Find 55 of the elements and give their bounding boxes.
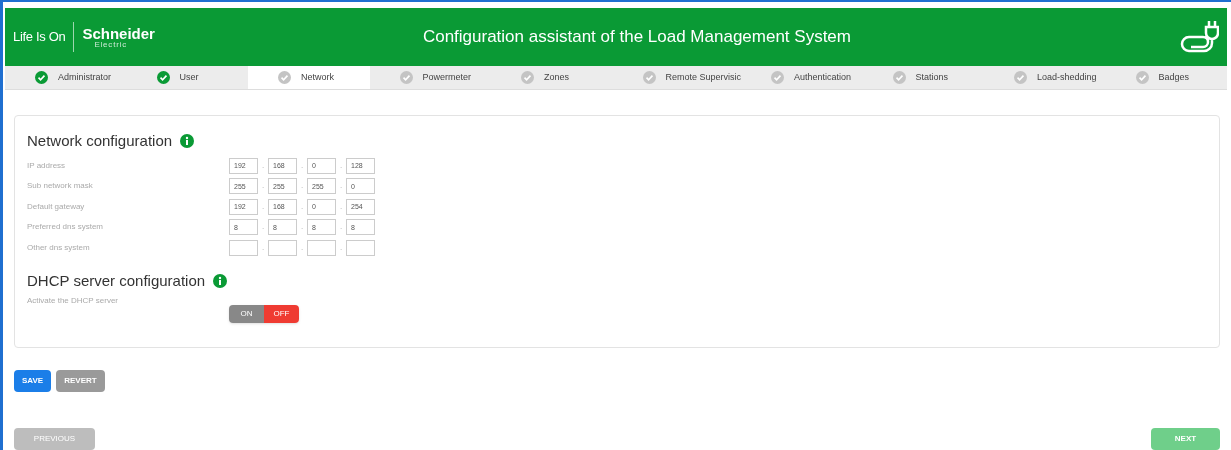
octet-separator: .	[260, 200, 266, 213]
save-button[interactable]: SAVE	[14, 370, 52, 392]
info-icon[interactable]	[180, 134, 195, 149]
octet-field[interactable]	[268, 239, 297, 256]
logo-brand: Schneider	[82, 25, 155, 41]
logo-tagline: Life Is On	[13, 28, 66, 47]
field-label: Preferred dns system	[27, 221, 105, 234]
wizard-step[interactable]: Authentication	[741, 66, 863, 89]
field-label: Sub network mask	[27, 180, 94, 193]
octet-separator: .	[260, 159, 266, 172]
wizard-step[interactable]: Network	[248, 66, 370, 89]
octet-separator: .	[299, 241, 305, 254]
octet-separator: .	[299, 200, 305, 213]
section-heading: DHCP server configuration	[27, 271, 206, 291]
field-label: Default gateway	[27, 200, 86, 213]
octet-separator: .	[338, 180, 344, 193]
wizard-step[interactable]: Zones	[491, 66, 613, 89]
wizard-step[interactable]: Remote Supervisic	[612, 66, 742, 89]
check-icon	[1135, 71, 1149, 84]
plug-icon	[1179, 19, 1219, 55]
info-icon[interactable]	[213, 274, 228, 289]
wizard-step[interactable]: User	[126, 66, 248, 89]
check-icon	[771, 71, 785, 84]
octet-field[interactable]	[346, 239, 375, 256]
check-icon	[1014, 71, 1028, 84]
check-icon	[399, 71, 413, 84]
wizard-step[interactable]: Stations	[862, 66, 985, 89]
octet-separator: .	[260, 241, 266, 254]
octet-separator: .	[338, 200, 344, 213]
wizard-step[interactable]: Administrator	[5, 66, 127, 89]
check-icon	[892, 71, 906, 84]
check-icon	[278, 71, 291, 84]
check-icon	[35, 71, 48, 84]
check-icon	[521, 71, 534, 84]
octet-separator: .	[299, 180, 305, 193]
section-heading: Network configuration	[27, 131, 173, 151]
octet-separator: .	[260, 221, 266, 234]
octet-field[interactable]	[307, 239, 336, 256]
wizard-step[interactable]: Load-shedding	[984, 66, 1106, 89]
octet-field[interactable]	[229, 239, 258, 256]
wizard-step[interactable]: Powermeter	[369, 66, 491, 89]
page-title: Configuration assistant of the Load Management System	[422, 26, 851, 49]
field-label: IP address	[27, 159, 67, 172]
octet-separator: .	[299, 221, 305, 234]
check-icon	[642, 71, 656, 84]
octet-separator: .	[299, 159, 305, 172]
octet-separator: .	[338, 159, 344, 172]
logo-subtitle: Electric	[93, 40, 129, 49]
check-icon	[156, 71, 170, 84]
octet-separator: .	[338, 221, 344, 234]
field-label: Other dns system	[27, 241, 91, 254]
field-label: Activate the DHCP server	[27, 294, 119, 307]
wizard-step[interactable]: Badges	[1105, 66, 1228, 89]
octet-separator: .	[260, 180, 266, 193]
octet-separator: .	[338, 241, 344, 254]
